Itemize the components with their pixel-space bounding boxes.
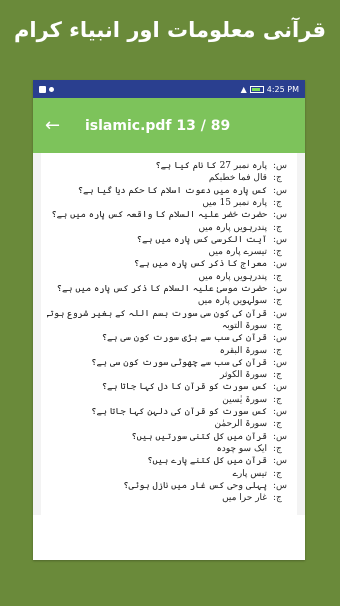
pdf-line-text: حضرت خضر علیہ السلام کا واقعہ کس پارہ می…: [51, 210, 267, 221]
pdf-line-label: س:: [273, 382, 288, 393]
app-bar: ← islamic.pdf 13 / 89: [33, 98, 305, 153]
pdf-line-text: پندرہویں پارہ میں: [198, 222, 267, 233]
pdf-line-label: س:: [273, 284, 288, 294]
pdf-line-label: س:: [273, 185, 288, 196]
pdf-line-text: غار حرا میں: [222, 493, 267, 504]
pdf-line-label: س:: [273, 480, 288, 491]
battery-icon: [249, 85, 264, 93]
pdf-line-text: قرآن کی سب سے چھوٹی سورت کون سی ہے؟: [91, 357, 267, 368]
pdf-line-label: س:: [273, 210, 288, 221]
pdf-line-text: سورۃ البقرہ: [219, 345, 267, 356]
pdf-line: س: آیت الکرسی کس پارہ میں ہے؟: [47, 235, 291, 246]
pdf-line: ج: سولہویں پارہ میں: [47, 296, 291, 307]
pdf-line-label: س:: [273, 456, 288, 467]
pdf-page: س: پارہ نمبر 27 کا نام کیا ہے؟ ج: قال فما خ…: [41, 153, 297, 515]
pdf-line: ج: پارہ نمبر 15 میں: [47, 198, 291, 209]
pdf-line-text: سورۃ یٰسین: [222, 394, 267, 405]
pdf-line-label: س:: [273, 161, 288, 171]
pdf-line: س: کس پارہ میں دعوت اسلام کا حکم دیا گیا …: [47, 186, 291, 197]
pdf-line: ج: سورۃ الرحمٰن: [47, 419, 291, 430]
pdf-line-text: ایک سو چودہ: [216, 443, 267, 454]
pdf-line-text: کس سورت کو قرآن کا دل کہا جاتا ہے؟: [101, 382, 267, 393]
pdf-line-label: ج:: [273, 197, 282, 208]
pdf-line-label: س:: [273, 333, 288, 344]
pdf-line: س: قرآن میں کل کتنے پارے ہیں؟: [47, 456, 291, 467]
pdf-line-text: قال فما خطبکم: [208, 173, 267, 184]
pdf-line-text: حضرت موسیٰ علیہ السلام کا ذکر کس پارہ می…: [56, 284, 267, 294]
phone-screen: ▲ 4:25 PM ← islamic.pdf 13 / 89 س: پارہ ن…: [33, 80, 305, 560]
pdf-line: س: قرآن میں کل کتنی سورتیں ہیں؟: [47, 432, 291, 443]
pdf-line-text: پارہ نمبر 15 میں: [202, 197, 267, 208]
pdf-line-label: ج:: [273, 443, 282, 454]
pdf-line-text: سولہویں پارہ میں: [197, 296, 267, 307]
pdf-line-label: ج:: [273, 247, 282, 258]
pdf-line-label: س:: [273, 234, 288, 245]
pdf-line-text: تیسرے پارہ میں: [208, 247, 267, 258]
pdf-line-label: ج:: [273, 394, 282, 405]
pdf-line-label: ج:: [273, 493, 282, 504]
status-right-icons: ▲ 4:25 PM: [241, 85, 299, 94]
document-title: islamic.pdf 13 / 89: [85, 117, 231, 134]
sync-icon: [49, 86, 54, 92]
pdf-line: س: پہلی وحی کس غار میں نازل ہوئی؟: [47, 481, 291, 492]
pdf-line: ج: پندرہویں پارہ میں: [47, 272, 291, 283]
promo-title: قرآنی معلومات اور انبیاء کرام: [13, 18, 327, 42]
pdf-line-text: پہلی وحی کس غار میں نازل ہوئی؟: [123, 480, 267, 491]
pdf-line-label: س:: [273, 431, 288, 442]
pdf-line: ج: غار حرا میں: [47, 493, 291, 504]
notification-icon: [39, 85, 46, 93]
pdf-line: س: قرآن کی کون سی سورت بسم اللہ کے بغیر ش…: [47, 309, 291, 320]
pdf-line-label: ج:: [273, 468, 282, 479]
pdf-line: ج: قال فما خطبکم: [47, 173, 291, 184]
pdf-line: ج: سورۃ البقرہ: [47, 346, 291, 357]
pdf-line-text: پارہ نمبر 27 کا نام کیا ہے؟: [155, 161, 267, 171]
pdf-line-label: ج:: [273, 320, 282, 331]
pdf-line-label: ج:: [273, 173, 282, 184]
status-bar: ▲ 4:25 PM: [33, 80, 305, 98]
pdf-line-text: تیس پارے: [232, 468, 267, 479]
pdf-line-text: آیت الکرسی کس پارہ میں ہے؟: [136, 234, 267, 245]
pdf-line-label: ج:: [273, 296, 282, 307]
pdf-line-label: ج:: [273, 419, 282, 430]
pdf-viewer[interactable]: س: پارہ نمبر 27 کا نام کیا ہے؟ ج: قال فما خ…: [33, 153, 305, 515]
arrow-left-icon[interactable]: ←: [45, 115, 75, 136]
pdf-line-text: قرآن میں کل کتنے پارے ہیں؟: [147, 456, 267, 467]
pdf-line: ج: تیسرے پارہ میں: [47, 247, 291, 258]
pdf-line-label: س:: [273, 407, 288, 417]
pdf-line-label: س:: [273, 357, 288, 368]
status-time: 4:25 PM: [266, 84, 299, 94]
pdf-line-label: ج:: [273, 370, 282, 381]
pdf-line-text: سورۃ الرحمٰن: [214, 419, 268, 430]
pdf-line: س: معراج کا ذکر کس پارہ میں ہے؟: [47, 259, 291, 270]
pdf-line: س: حضرت خضر علیہ السلام کا واقعہ کس پارہ …: [47, 210, 291, 221]
pdf-line-text: قرآن میں کل کتنی سورتیں ہیں؟: [131, 431, 267, 442]
pdf-line: س: قرآن کی سب سے بڑی سورت کون سی ہے؟: [47, 333, 291, 344]
pdf-line-text: قرآن کی کون سی سورت بسم اللہ کے بغیر شرو…: [47, 308, 267, 319]
pdf-line: ج: ایک سو چودہ: [47, 444, 291, 455]
pdf-line-text: کس پارہ میں دعوت اسلام کا حکم دیا گیا ہے…: [77, 185, 267, 196]
signal-icon: ▲: [240, 84, 247, 94]
pdf-line: س: پارہ نمبر 27 کا نام کیا ہے؟: [47, 161, 291, 172]
pdf-line: ج: سورۃ التوبہ: [47, 321, 291, 332]
pdf-line-label: ج:: [273, 345, 282, 356]
pdf-line-text: کس سورت کو قرآن کی دلہن کہا جاتا ہے؟: [91, 407, 267, 417]
pdf-line-text: پندرہویں پارہ میں: [198, 271, 267, 282]
pdf-line: ج: تیس پارے: [47, 469, 291, 480]
status-left-icons: [39, 85, 54, 93]
pdf-line-label: س:: [273, 259, 288, 270]
pdf-line: ج: پندرہویں پارہ میں: [47, 223, 291, 234]
pdf-line: س: کس سورت کو قرآن کی دلہن کہا جاتا ہے؟: [47, 407, 291, 418]
pdf-line-text: سورۃ الکوثر: [219, 370, 267, 381]
pdf-line: س: کس سورت کو قرآن کا دل کہا جاتا ہے؟: [47, 382, 291, 393]
pdf-line: ج: سورۃ یٰسین: [47, 395, 291, 406]
pdf-line-text: سورۃ التوبہ: [221, 320, 267, 331]
pdf-line: س: حضرت موسیٰ علیہ السلام کا ذکر کس پارہ …: [47, 284, 291, 295]
pdf-line-text: معراج کا ذکر کس پارہ میں ہے؟: [133, 259, 267, 270]
pdf-line-label: ج:: [273, 222, 282, 233]
pdf-line-label: س:: [273, 308, 288, 319]
pdf-line-text: قرآن کی سب سے بڑی سورت کون سی ہے؟: [101, 333, 267, 344]
pdf-line: ج: سورۃ الکوثر: [47, 370, 291, 381]
pdf-line-label: ج:: [273, 271, 282, 282]
pdf-line: س: قرآن کی سب سے چھوٹی سورت کون سی ہے؟: [47, 358, 291, 369]
